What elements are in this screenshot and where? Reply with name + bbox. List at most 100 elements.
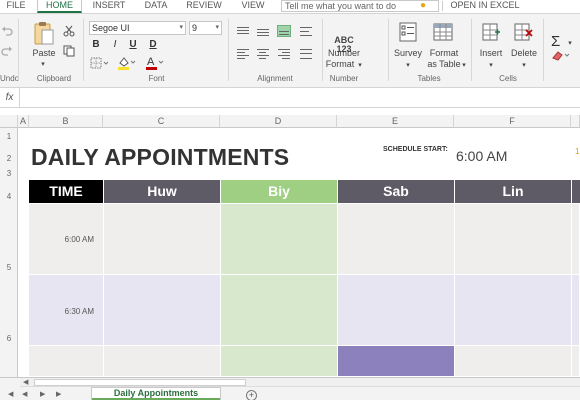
row-header-4[interactable]: 4 <box>0 192 18 201</box>
menu-file[interactable]: FILE <box>2 0 30 13</box>
paste-label[interactable]: Paste <box>28 48 60 59</box>
chevron-down-icon[interactable]: ▾ <box>487 60 495 71</box>
chevron-down-icon[interactable]: ▾ <box>404 60 412 71</box>
appointment-cell[interactable] <box>221 346 338 377</box>
column-header-b[interactable]: B <box>29 115 103 128</box>
undo-icon[interactable] <box>0 24 14 38</box>
time-header[interactable]: TIME <box>29 180 103 203</box>
appointment-cell[interactable] <box>455 275 572 346</box>
person-header-sab[interactable]: Sab <box>338 180 454 203</box>
wrap-text-icon[interactable] <box>299 26 313 38</box>
format-table-label-1[interactable]: Format <box>424 48 464 59</box>
chevron-down-icon[interactable]: ▾ <box>460 60 468 71</box>
delete-cells-icon[interactable] <box>512 21 534 43</box>
fill-color-icon[interactable] <box>115 54 137 71</box>
menu-view[interactable]: VIEW <box>236 0 270 13</box>
sheet-tab-bar: ◀ ◀ ◀ ▶ ▶ Daily Appointments + <box>0 377 580 400</box>
column-header-f[interactable]: F <box>454 115 571 128</box>
copy-icon[interactable] <box>62 44 76 58</box>
appointment-cell[interactable] <box>338 204 455 275</box>
sheet-tab-daily-appointments[interactable]: Daily Appointments <box>92 388 220 400</box>
person-header-partial[interactable] <box>572 180 580 203</box>
first-sheet-icon[interactable]: ◀ <box>8 390 13 398</box>
align-right-icon[interactable] <box>277 48 291 60</box>
row-header-1[interactable]: 1 <box>0 132 18 141</box>
font-size-select[interactable]: 9 ▾ <box>189 21 222 35</box>
clear-icon[interactable] <box>550 48 572 62</box>
survey-icon[interactable] <box>398 21 418 43</box>
horizontal-scrollbar[interactable]: ◀ <box>20 378 580 387</box>
appointment-cell[interactable] <box>455 204 572 275</box>
column-header-d[interactable]: D <box>220 115 337 128</box>
column-header-partial[interactable] <box>571 115 580 128</box>
cut-icon[interactable] <box>62 24 76 38</box>
appointment-cell[interactable] <box>455 346 572 377</box>
appointment-cell[interactable] <box>572 204 580 275</box>
font-color-icon[interactable]: A <box>143 54 165 71</box>
row-header-6[interactable]: 6 <box>0 334 18 343</box>
formula-input[interactable] <box>21 91 580 105</box>
schedule-start-value[interactable]: 6:00 AM <box>456 148 507 164</box>
menu-home[interactable]: HOME <box>37 0 82 13</box>
insert-cells-icon[interactable] <box>480 21 502 43</box>
appointment-cell[interactable] <box>104 346 221 377</box>
tell-me-input[interactable]: Tell me what you want to do <box>281 0 439 12</box>
menu-review[interactable]: REVIEW <box>182 0 226 13</box>
format-table-label-2[interactable]: as Table <box>424 59 464 70</box>
italic-button[interactable]: I <box>108 38 122 52</box>
prev-sheet-icon[interactable]: ◀ <box>22 390 27 398</box>
time-cell[interactable] <box>29 346 104 377</box>
appointment-cell[interactable] <box>221 275 338 346</box>
booked-appointment-cell[interactable] <box>338 346 455 377</box>
spreadsheet-grid[interactable]: A B C D E F 1 2 3 4 5 6 DAILY APPOINTMEN… <box>0 108 580 377</box>
last-sheet-icon[interactable]: ▶ <box>56 390 61 398</box>
menu-data[interactable]: DATA <box>139 0 173 13</box>
select-all-corner[interactable] <box>0 115 18 128</box>
underline-button[interactable]: U <box>126 38 140 52</box>
align-left-icon[interactable] <box>236 48 250 60</box>
borders-icon[interactable] <box>89 56 111 70</box>
delete-label[interactable]: Delete <box>507 48 541 59</box>
person-header-biy[interactable]: Biy <box>221 180 337 203</box>
next-sheet-icon[interactable]: ▶ <box>40 390 45 398</box>
survey-label[interactable]: Survey <box>393 48 423 59</box>
column-header-e[interactable]: E <box>337 115 454 128</box>
align-middle-icon[interactable] <box>256 26 270 38</box>
row-header-2[interactable]: 2 <box>0 154 18 163</box>
bold-button[interactable]: B <box>89 38 103 52</box>
fx-icon[interactable]: fx <box>0 88 20 108</box>
number-format-label-2[interactable]: Format <box>322 59 358 70</box>
paste-dropdown-icon[interactable]: ▾ <box>38 59 48 70</box>
open-in-excel-button[interactable]: OPEN IN EXCEL <box>449 0 521 13</box>
row-header-5[interactable]: 5 <box>0 263 18 272</box>
scrollbar-thumb[interactable] <box>34 379 246 386</box>
insert-label[interactable]: Insert <box>475 48 507 59</box>
appointment-cell[interactable] <box>104 275 221 346</box>
person-header-lin[interactable]: Lin <box>455 180 571 203</box>
appointment-cell[interactable] <box>338 275 455 346</box>
chevron-down-icon[interactable]: ▾ <box>520 60 528 71</box>
scroll-left-icon[interactable]: ◀ <box>23 378 28 386</box>
chevron-down-icon[interactable]: ▾ <box>356 60 364 71</box>
align-top-icon[interactable] <box>236 26 250 38</box>
font-name-select[interactable]: Segoe UI ▾ <box>89 21 186 35</box>
row-header-3[interactable]: 3 <box>0 169 18 178</box>
add-sheet-icon[interactable]: + <box>246 390 257 400</box>
redo-icon[interactable] <box>0 44 14 58</box>
column-header-a[interactable]: A <box>18 115 29 128</box>
double-underline-button[interactable]: D <box>146 38 160 52</box>
format-as-table-icon[interactable] <box>432 21 454 43</box>
paste-icon[interactable] <box>32 20 56 48</box>
number-format-label-1[interactable]: Number <box>324 48 364 59</box>
merge-center-icon[interactable] <box>299 48 313 60</box>
menu-insert[interactable]: INSERT <box>89 0 129 13</box>
appointment-cell[interactable] <box>572 346 580 377</box>
appointment-cell[interactable] <box>221 204 338 275</box>
appointment-cell[interactable] <box>104 204 221 275</box>
appointment-cell[interactable] <box>572 275 580 346</box>
column-header-c[interactable]: C <box>103 115 220 128</box>
person-header-huw[interactable]: Huw <box>104 180 220 203</box>
align-bottom-icon[interactable] <box>277 25 291 37</box>
group-separator <box>18 19 19 81</box>
align-center-icon[interactable] <box>256 48 270 60</box>
